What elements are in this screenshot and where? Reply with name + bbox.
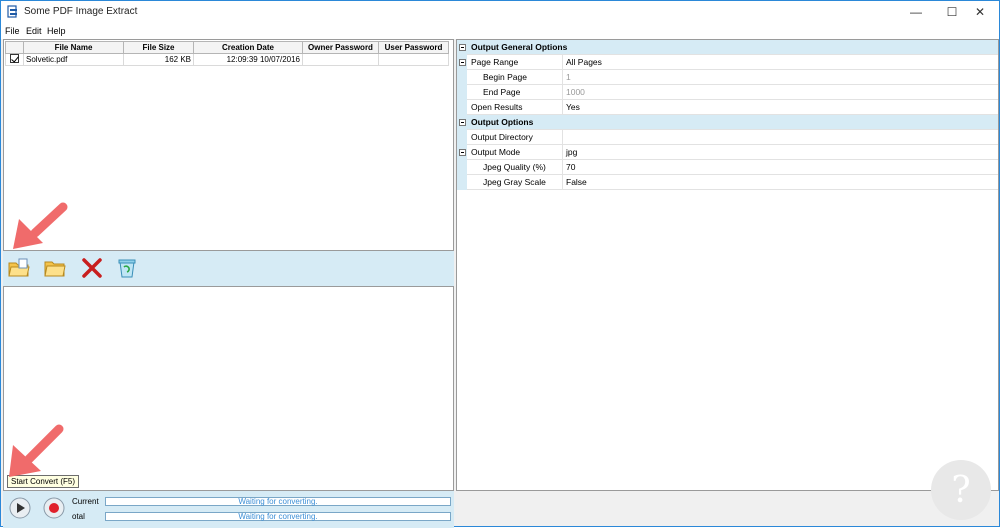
window-title: Some PDF Image Extract (24, 6, 138, 17)
column-header-owner-password[interactable]: Owner Password (302, 41, 379, 54)
current-progress-label: Current (72, 497, 99, 506)
option-label: Page Range (471, 57, 519, 67)
annotation-arrow-icon (9, 424, 64, 477)
option-value[interactable]: jpg (566, 147, 577, 157)
app-window: Some PDF Image Extract — ☐ ✕ File Edit H… (0, 0, 1000, 528)
option-value[interactable]: Yes (566, 102, 580, 112)
option-value[interactable]: 70 (566, 162, 575, 172)
column-header-file-name[interactable]: File Name (23, 41, 124, 54)
app-icon (7, 5, 17, 18)
column-header-user-password[interactable]: User Password (378, 41, 449, 54)
category-label: Output General Options (471, 42, 568, 52)
collapse-icon[interactable] (459, 119, 466, 126)
options-footer (456, 491, 999, 526)
cell-creation-date: 12:09:39 10/07/2016 (193, 53, 303, 66)
column-header-creation-date[interactable]: Creation Date (193, 41, 303, 54)
watermark-logo: ? (931, 460, 991, 520)
option-row-jpeg-quality[interactable]: Jpeg Quality (%) 70 (457, 160, 998, 175)
option-label: End Page (483, 87, 521, 97)
clear-all-icon[interactable] (115, 257, 139, 279)
option-row-output-mode[interactable]: Output Mode jpg (457, 145, 998, 160)
option-row-output-directory[interactable]: Output Directory (457, 130, 998, 145)
file-table: File Name File Size Creation Date Owner … (5, 41, 449, 66)
category-output-general-options[interactable]: Output General Options (457, 40, 998, 55)
left-panel: File Name File Size Creation Date Owner … (3, 39, 454, 528)
title-bar: Some PDF Image Extract — ☐ ✕ (1, 1, 999, 23)
total-progress-bar: Waiting for converting. (105, 512, 451, 521)
select-column-header[interactable] (5, 41, 24, 54)
option-value[interactable]: 1000 (566, 87, 585, 97)
total-progress-label: otal (72, 512, 85, 521)
menu-edit[interactable]: Edit (26, 26, 42, 36)
file-toolbar (3, 251, 454, 286)
option-value[interactable]: False (566, 177, 587, 187)
option-row-jpeg-gray-scale[interactable]: Jpeg Gray Scale False (457, 175, 998, 190)
cell-user-password[interactable] (378, 53, 449, 66)
option-label: Output Directory (471, 132, 533, 142)
convert-bar: Current Waiting for converting. otal Wai… (3, 491, 454, 528)
collapse-icon[interactable] (459, 59, 466, 66)
close-button[interactable]: ✕ (957, 1, 1000, 23)
log-area[interactable] (3, 286, 454, 491)
current-progress-bar: Waiting for converting. (105, 497, 451, 506)
option-label: Begin Page (483, 72, 527, 82)
annotation-arrow-icon (13, 202, 68, 249)
option-label: Jpeg Gray Scale (483, 177, 546, 187)
table-row[interactable]: Solvetic.pdf 162 KB 12:09:39 10/07/2016 (5, 53, 449, 66)
cell-file-size: 162 KB (123, 53, 194, 66)
row-checkbox[interactable] (10, 54, 19, 63)
stop-convert-button[interactable] (43, 497, 65, 519)
option-row-open-results[interactable]: Open Results Yes (457, 100, 998, 115)
start-convert-button[interactable] (9, 497, 31, 519)
open-folder-icon[interactable] (43, 257, 67, 279)
menu-file[interactable]: File (5, 26, 20, 36)
option-value[interactable]: All Pages (566, 57, 602, 67)
collapse-icon[interactable] (459, 149, 466, 156)
cell-owner-password[interactable] (302, 53, 379, 66)
option-label: Jpeg Quality (%) (483, 162, 546, 172)
option-row-page-range[interactable]: Page Range All Pages (457, 55, 998, 70)
option-label: Output Mode (471, 147, 521, 157)
add-file-icon[interactable] (7, 257, 31, 279)
file-list[interactable]: File Name File Size Creation Date Owner … (3, 39, 454, 251)
option-label: Open Results (471, 102, 523, 112)
category-label: Output Options (471, 117, 534, 127)
menu-bar: File Edit Help (1, 23, 999, 39)
cell-file-name: Solvetic.pdf (23, 53, 124, 66)
remove-icon[interactable] (80, 257, 104, 279)
column-header-file-size[interactable]: File Size (123, 41, 194, 54)
category-output-options[interactable]: Output Options (457, 115, 998, 130)
menu-help[interactable]: Help (47, 26, 66, 36)
option-row-end-page[interactable]: End Page 1000 (457, 85, 998, 100)
option-value[interactable]: 1 (566, 72, 571, 82)
option-row-begin-page[interactable]: Begin Page 1 (457, 70, 998, 85)
collapse-icon[interactable] (459, 44, 466, 51)
options-grid: Output General Options Page Range All Pa… (456, 39, 999, 491)
